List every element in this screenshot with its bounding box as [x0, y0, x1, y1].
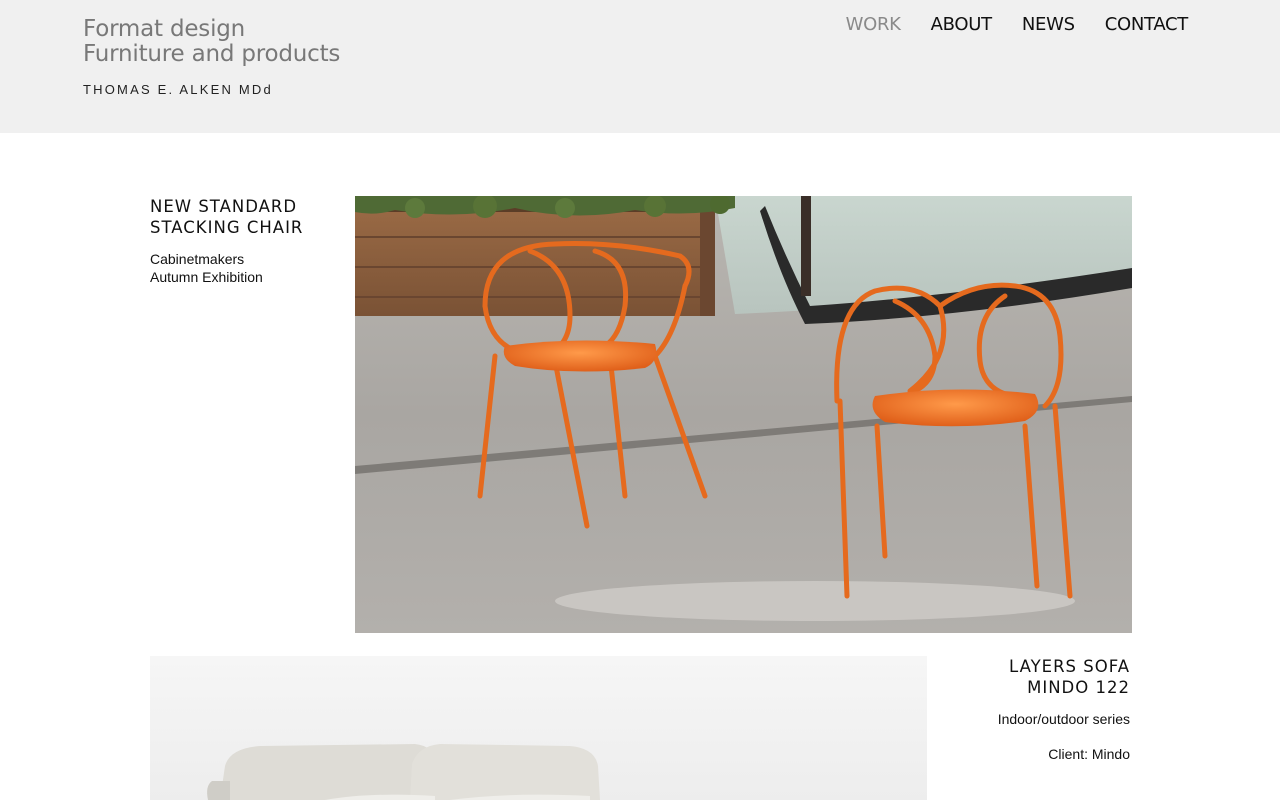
project-info-sofa: LAYERS SOFA MINDO 122 Indoor/outdoor ser… [998, 656, 1130, 763]
project-title-line[interactable]: LAYERS SOFA [998, 656, 1130, 677]
project-title-line[interactable]: MINDO 122 [998, 677, 1130, 698]
project-title-line[interactable]: NEW STANDARD [150, 196, 303, 217]
brand-title[interactable]: Format design [83, 17, 340, 42]
project-description: Cabinetmakers Autumn Exhibition [150, 250, 303, 286]
brand-subtitle[interactable]: Furniture and products [83, 42, 340, 67]
main-nav: WORK ABOUT NEWS CONTACT [846, 14, 1189, 35]
nav-work[interactable]: WORK [846, 14, 901, 35]
project-desc-line: Indoor/outdoor series [997, 711, 1130, 727]
chair-project-image[interactable] [355, 196, 1132, 633]
nav-about[interactable]: ABOUT [931, 14, 992, 35]
project-desc-line: Cabinetmakers [150, 251, 245, 267]
orange-chairs-photo [355, 196, 1132, 633]
sofa-photo [150, 656, 927, 800]
project-client: Client: Mindo [1048, 746, 1130, 762]
project-title-line[interactable]: STACKING CHAIR [150, 217, 303, 238]
project-desc-line: Autumn Exhibition [150, 269, 263, 285]
project-title[interactable]: LAYERS SOFA MINDO 122 [998, 656, 1130, 698]
designer-name: THOMAS E. ALKEN MDd [83, 82, 273, 97]
nav-contact[interactable]: CONTACT [1105, 14, 1189, 35]
brand[interactable]: Format design Furniture and products THO… [83, 17, 340, 98]
sofa-project-image[interactable] [150, 656, 927, 800]
project-title[interactable]: NEW STANDARD STACKING CHAIR [150, 196, 303, 238]
nav-news[interactable]: NEWS [1022, 14, 1075, 35]
project-info-chair: NEW STANDARD STACKING CHAIR Cabinetmaker… [150, 196, 303, 286]
project-description: Indoor/outdoor series [998, 710, 1130, 728]
site-header: Format design Furniture and products THO… [0, 0, 1280, 133]
